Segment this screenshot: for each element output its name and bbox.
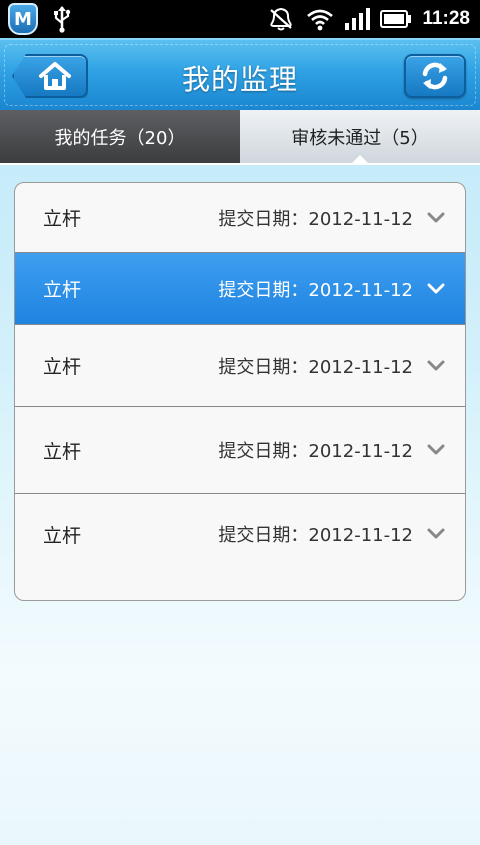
item-submit-date: 提交日期：2012-11-12 [218, 356, 413, 378]
task-list: 立杆 提交日期：2012-11-12 立杆 提交日期：2012-11-12 立杆… [14, 182, 466, 601]
chevron-down-icon [427, 212, 445, 222]
list-item-selected[interactable]: 立杆 提交日期：2012-11-12 [15, 253, 465, 325]
list-item[interactable]: 立杆 提交日期：2012-11-12 [15, 325, 465, 407]
tab-my-tasks[interactable]: 我的任务（20） [0, 110, 240, 164]
status-bar: M 11:28 [0, 0, 480, 38]
battery-icon [380, 10, 412, 28]
chevron-down-icon [427, 360, 445, 370]
item-name: 立杆 [43, 279, 82, 301]
item-submit-date: 提交日期：2012-11-12 [218, 525, 413, 546]
item-submit-date: 提交日期：2012-11-12 [218, 279, 413, 301]
tabs-divider [0, 163, 480, 165]
tab-bar: 我的任务（20） 审核未通过（5） [0, 110, 480, 165]
list-item[interactable]: 立杆 提交日期：2012-11-12 [15, 183, 465, 253]
tab-my-tasks-label: 我的任务（20） [54, 128, 186, 149]
item-name: 立杆 [43, 208, 82, 230]
chevron-down-icon [427, 528, 445, 539]
refresh-icon [422, 62, 448, 90]
list-item[interactable]: 立杆 提交日期：2012-11-12 [15, 494, 465, 574]
item-submit-date: 提交日期：2012-11-12 [218, 441, 413, 462]
refresh-button[interactable] [404, 54, 466, 98]
usb-icon [54, 6, 71, 33]
status-time: 11:28 [422, 8, 470, 29]
app-shield-icon: M [8, 3, 38, 35]
item-name: 立杆 [43, 356, 82, 378]
signal-icon [345, 8, 371, 30]
list-item[interactable]: 立杆 提交日期：2012-11-12 [15, 407, 465, 494]
item-name: 立杆 [43, 440, 82, 463]
tab-review-rejected[interactable]: 审核未通过（5） [240, 110, 480, 165]
item-name: 立杆 [43, 524, 82, 547]
mute-icon [270, 7, 293, 31]
app-header: 我的监理 [0, 38, 480, 110]
chevron-down-icon [427, 444, 445, 455]
wifi-icon [307, 9, 334, 31]
chevron-down-icon [427, 283, 445, 293]
tab-review-rejected-label: 审核未通过（5） [291, 128, 429, 149]
item-submit-date: 提交日期：2012-11-12 [218, 208, 413, 230]
